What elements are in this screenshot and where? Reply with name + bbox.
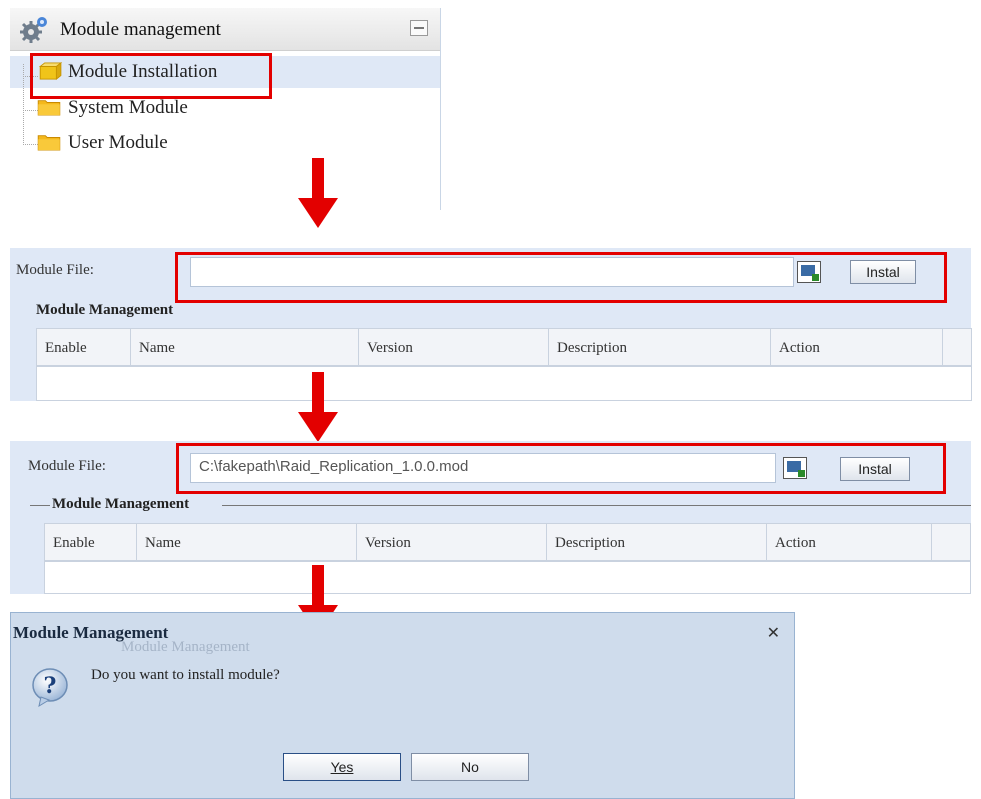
column-header[interactable]: Name xyxy=(137,524,357,560)
yes-button[interactable]: Yes xyxy=(283,753,401,781)
no-button[interactable]: No xyxy=(411,753,529,781)
confirm-dialog: Module Management Module Management ✕ ? … xyxy=(10,612,795,799)
column-header[interactable]: Version xyxy=(357,524,547,560)
highlight-box xyxy=(30,53,272,99)
folder-icon xyxy=(37,135,61,151)
tree-item-label: System Module xyxy=(68,97,188,118)
column-header[interactable]: Name xyxy=(131,329,359,365)
column-header[interactable]: Description xyxy=(547,524,767,560)
gear-icon xyxy=(20,17,47,43)
down-arrow-icon xyxy=(298,158,338,228)
tree-header: Module management xyxy=(10,8,440,51)
collapse-icon[interactable] xyxy=(410,20,428,36)
fieldset-line xyxy=(222,505,971,506)
module-table-body xyxy=(36,366,972,401)
tree-title: Module management xyxy=(60,19,221,40)
dialog-message: Do you want to install module? xyxy=(91,667,280,683)
column-header[interactable]: Enable xyxy=(37,329,131,365)
dialog-title: Module Management xyxy=(13,623,169,642)
folder-icon xyxy=(37,100,61,116)
down-arrow-icon xyxy=(298,372,338,442)
column-header[interactable]: Version xyxy=(359,329,549,365)
no-button-label: No xyxy=(461,759,479,775)
module-table-header: Enable Name Version Description Action xyxy=(36,328,972,366)
tree-item-user-module[interactable]: User Module xyxy=(10,127,440,159)
section-title: Module Management xyxy=(36,302,174,318)
module-tree-panel: Module management Module Installation Sy… xyxy=(10,8,441,210)
column-header[interactable]: Action xyxy=(767,524,932,560)
module-table-body xyxy=(44,561,971,594)
highlight-box xyxy=(176,443,946,494)
tree-item-label: User Module xyxy=(68,132,168,153)
column-header[interactable]: Enable xyxy=(45,524,137,560)
column-header[interactable]: Action xyxy=(771,329,943,365)
svg-text:?: ? xyxy=(44,673,57,699)
module-file-label: Module File: xyxy=(16,262,94,278)
yes-button-label: Yes xyxy=(330,759,354,775)
module-table-header: Enable Name Version Description Action xyxy=(44,523,971,561)
highlight-box xyxy=(175,252,947,303)
close-icon[interactable]: ✕ xyxy=(767,623,780,642)
section-title: Module Management xyxy=(52,496,190,512)
module-file-label: Module File: xyxy=(28,458,106,474)
column-header[interactable]: Description xyxy=(549,329,771,365)
question-icon: ? xyxy=(32,668,68,707)
fieldset-line xyxy=(30,505,50,506)
